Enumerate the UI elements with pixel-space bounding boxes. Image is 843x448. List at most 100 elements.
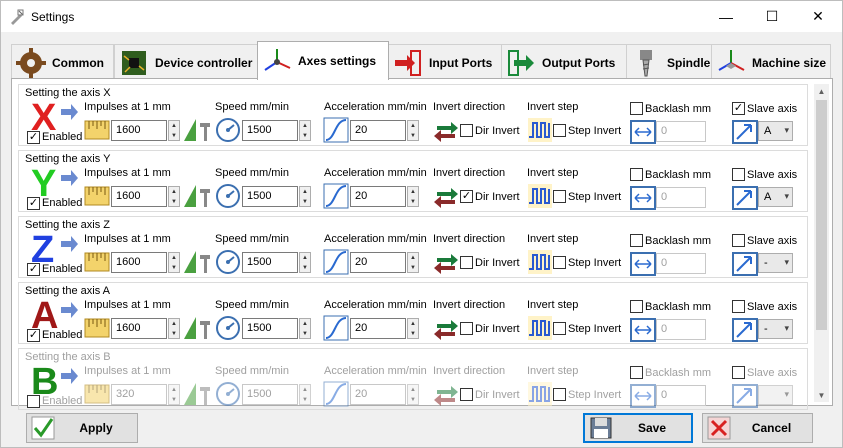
checkmark-icon [31,416,55,440]
impulses-label: Impulses at 1 mm [84,167,171,179]
impulses-input[interactable]: 1600 [111,318,167,339]
direction-arrows-icon [434,122,458,142]
speed-input[interactable]: 1500 [242,186,298,207]
speed-stepper[interactable]: ▲ ▼ [299,318,311,339]
step-invert-checkbox[interactable] [553,124,566,137]
axis-letter: B [31,361,58,397]
tab-common[interactable]: Common [11,44,114,80]
window-title: Settings [31,9,75,24]
speed-stepper[interactable]: ▲ ▼ [299,384,311,405]
accel-input[interactable]: 20 [350,120,406,141]
slave-axis-checkbox[interactable] [732,300,745,313]
cancel-button[interactable]: Cancel [702,413,813,443]
enabled-checkbox[interactable]: ✓ [27,263,40,276]
backlash-checkbox[interactable] [630,366,643,379]
slave-axis-icon [732,186,758,210]
backlash-input[interactable]: 0 [656,187,706,208]
slave-axis-checkbox[interactable] [732,234,745,247]
step-invert-checkbox[interactable] [553,256,566,269]
slave-axis-checkbox[interactable] [732,366,745,379]
tab-axes-settings[interactable]: Axes settings [257,41,389,80]
backlash-checkbox[interactable] [630,102,643,115]
backlash-input[interactable]: 0 [656,319,706,340]
tab-spindle[interactable]: Spindle [626,44,712,80]
speed-input[interactable]: 1500 [242,384,298,405]
backlash-checkbox[interactable] [630,168,643,181]
dir-invert-checkbox[interactable] [460,388,473,401]
accel-stepper[interactable]: ▲ ▼ [407,318,419,339]
step-invert-checkbox[interactable] [553,388,566,401]
impulses-stepper[interactable]: ▲ ▼ [168,252,180,273]
tab-input-ports[interactable]: Input Ports [388,44,502,80]
speed-input[interactable]: 1500 [242,120,298,141]
accel-input[interactable]: 20 [350,186,406,207]
maximize-button[interactable]: ☐ [749,1,795,32]
dir-invert-checkbox[interactable]: ✓ [460,190,473,203]
impulses-stepper[interactable]: ▲ ▼ [168,120,180,141]
step-invert-checkbox[interactable] [553,190,566,203]
invert-step-label: Invert step [527,167,579,179]
speed-input[interactable]: 1500 [242,318,298,339]
slave-axis-checkbox[interactable] [732,168,745,181]
enabled-checkbox[interactable]: ✓ [27,131,40,144]
tab-output-ports[interactable]: Output Ports [501,44,627,80]
dir-invert-checkbox[interactable] [460,256,473,269]
accel-input[interactable]: 20 [350,318,406,339]
backlash-input[interactable]: 0 [656,121,706,142]
impulses-label: Impulses at 1 mm [84,299,171,311]
speed-label: Speed mm/min [215,299,289,311]
slave-axis-value: A [764,191,772,203]
slave-axis-checkbox[interactable]: ✓ [732,102,745,115]
dir-invert-checkbox[interactable] [460,124,473,137]
accel-stepper[interactable]: ▲ ▼ [407,120,419,141]
slave-axis-select[interactable]: ▾ [758,385,793,405]
slave-axis-select[interactable]: A ▾ [758,121,793,141]
speed-stepper[interactable]: ▲ ▼ [299,186,311,207]
accel-input[interactable]: 20 [350,384,406,405]
settings-window: Settings — ☐ ✕ Common Device controller … [0,0,843,448]
scroll-thumb[interactable] [816,100,827,330]
speed-stepper[interactable]: ▲ ▼ [299,120,311,141]
backlash-input[interactable]: 0 [656,253,706,274]
step-pulse-icon [528,250,552,274]
slave-axis-value: - [764,257,768,269]
apply-button[interactable]: Apply [26,413,138,443]
accel-stepper[interactable]: ▲ ▼ [407,384,419,405]
scroll-up-arrow[interactable]: ▲ [814,84,829,98]
impulses-input[interactable]: 1600 [111,120,167,141]
save-button[interactable]: Save [583,413,693,443]
machine-size-icon [718,49,745,71]
ruler-icon [84,318,110,338]
speed-stepper[interactable]: ▲ ▼ [299,252,311,273]
enabled-checkbox[interactable]: ✓ [27,197,40,210]
speed-input[interactable]: 1500 [242,252,298,273]
impulses-input[interactable]: 320 [111,384,167,405]
backlash-checkbox[interactable] [630,300,643,313]
tab-device-controller[interactable]: Device controller [114,44,259,80]
impulses-stepper[interactable]: ▲ ▼ [168,318,180,339]
impulses-stepper[interactable]: ▲ ▼ [168,186,180,207]
accel-stepper[interactable]: ▲ ▼ [407,252,419,273]
backlash-checkbox[interactable] [630,234,643,247]
step-invert-checkbox[interactable] [553,322,566,335]
invert-step-label: Invert step [527,233,579,245]
slave-axis-select[interactable]: - ▾ [758,253,793,273]
slave-axis-select[interactable]: A ▾ [758,187,793,207]
accel-input[interactable]: 20 [350,252,406,273]
enabled-checkbox[interactable]: ✓ [27,329,40,342]
slave-axis-select[interactable]: - ▾ [758,319,793,339]
vertical-scrollbar[interactable]: ▲ ▼ [814,84,829,402]
impulses-input[interactable]: 1600 [111,252,167,273]
slave-axis-icon [732,318,758,342]
close-button[interactable]: ✕ [795,1,841,32]
backlash-input[interactable]: 0 [656,385,706,406]
enabled-checkbox[interactable] [27,395,40,408]
impulses-stepper[interactable]: ▲ ▼ [168,384,180,405]
minimize-button[interactable]: — [703,1,749,32]
tab-machine-size[interactable]: Machine size [711,44,831,80]
accel-label: Acceleration mm/min [324,167,427,179]
scroll-down-arrow[interactable]: ▼ [814,388,829,402]
accel-stepper[interactable]: ▲ ▼ [407,186,419,207]
dir-invert-checkbox[interactable] [460,322,473,335]
impulses-input[interactable]: 1600 [111,186,167,207]
